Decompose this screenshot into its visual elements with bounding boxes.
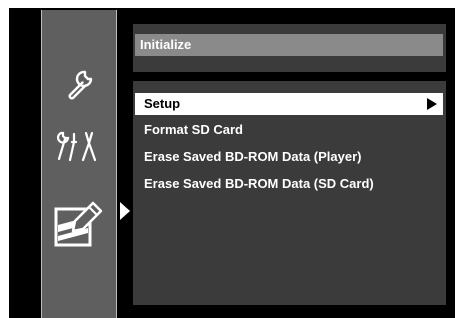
menu-item-erase-bdrom-player[interactable]: Erase Saved BD-ROM Data (Player) xyxy=(135,146,443,168)
menu-item-erase-bdrom-sd-card[interactable]: Erase Saved BD-ROM Data (SD Card) xyxy=(135,173,443,195)
initialize-icon[interactable] xyxy=(42,196,116,252)
menu-item-format-sd-card[interactable]: Format SD Card xyxy=(135,119,443,141)
menu-item-setup[interactable]: Setup xyxy=(135,93,443,115)
menu-item-label: Format SD Card xyxy=(144,122,243,137)
menu-item-label: Erase Saved BD-ROM Data (SD Card) xyxy=(144,176,374,191)
screen: Initialize Setup Format SD Card Erase Sa… xyxy=(0,0,463,318)
title-bar: Initialize xyxy=(135,34,443,56)
tools-icon[interactable] xyxy=(42,124,116,168)
submenu-arrow-icon xyxy=(427,98,437,110)
page-title: Initialize xyxy=(140,37,192,52)
sidebar xyxy=(41,10,117,318)
selected-category-arrow xyxy=(120,202,130,220)
menu-item-label: Setup xyxy=(144,96,181,111)
menu-item-label: Erase Saved BD-ROM Data (Player) xyxy=(144,149,362,164)
wrench-icon[interactable] xyxy=(42,62,116,106)
